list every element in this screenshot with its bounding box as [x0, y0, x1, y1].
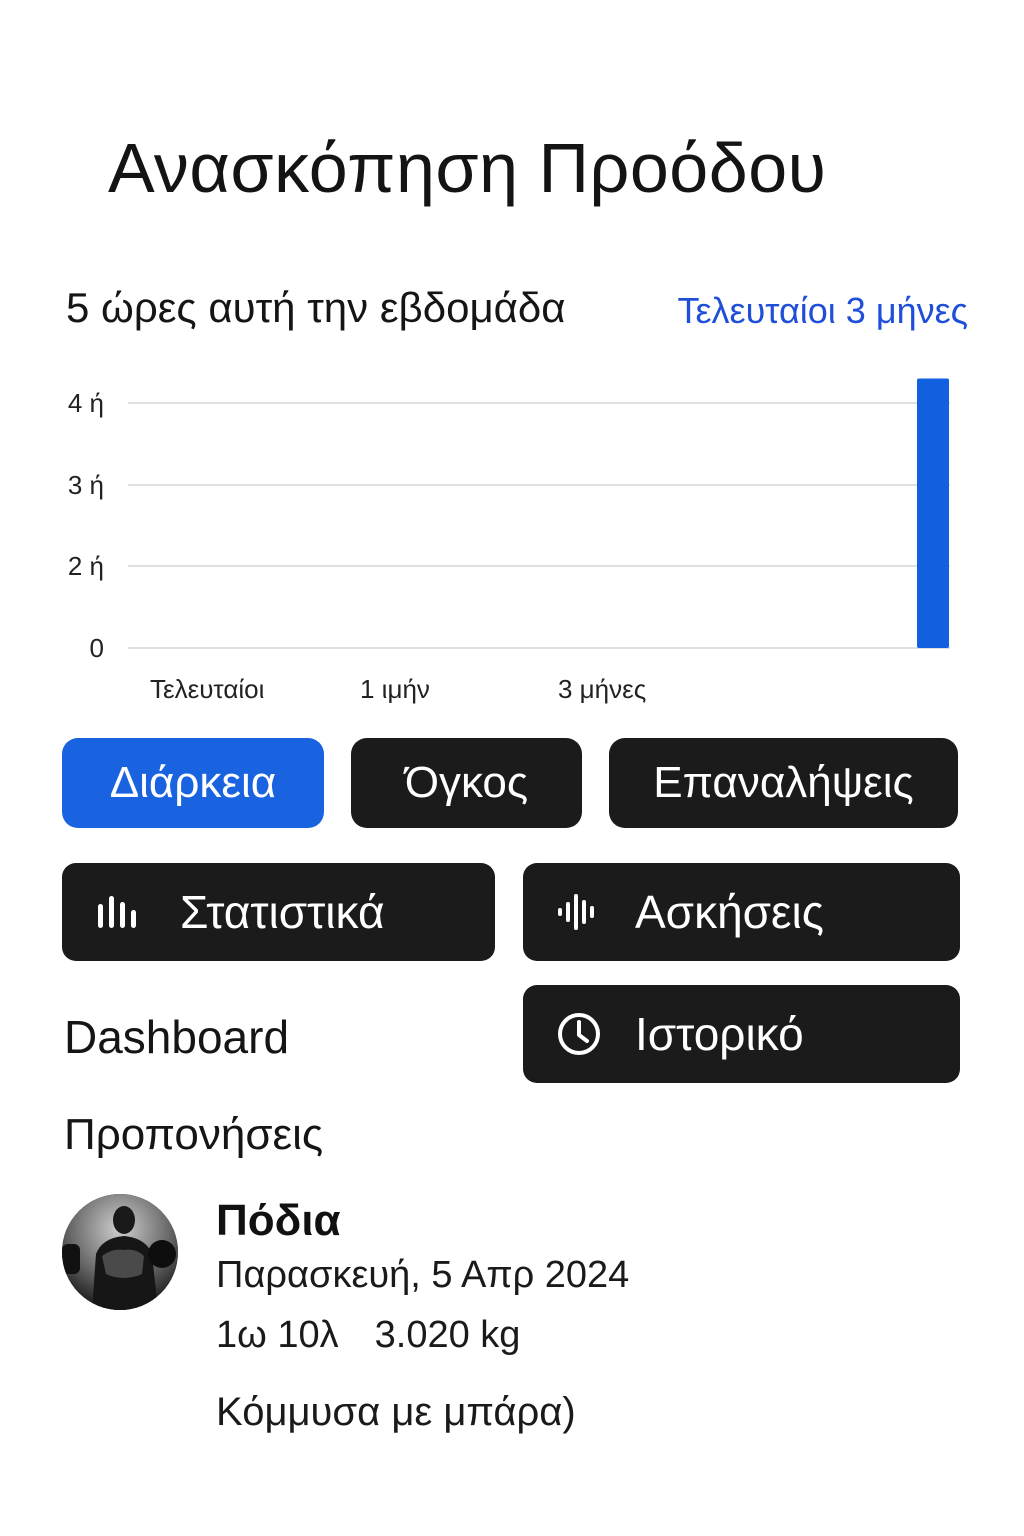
exercises-label: Ασκήσεις — [635, 886, 824, 938]
chart-svg: 0 2 ή 3 ή 4 ή Τελευταίοι 1 ιμήν 3 μήνες — [68, 378, 950, 704]
x-tick-label: 3 μήνες — [558, 674, 646, 704]
tab-volume-label: Όγκος — [404, 758, 529, 807]
tab-reps[interactable]: Επαναλήψεις — [609, 738, 958, 828]
chart-bar — [917, 378, 949, 648]
workouts-section-title: Προπονήσεις — [64, 1110, 324, 1159]
dashboard-label: Dashboard — [64, 1011, 290, 1063]
x-tick-label: 1 ιμήν — [360, 674, 430, 704]
y-tick-label: 2 ή — [68, 551, 104, 581]
workout-duration: 1ω 10λ — [216, 1314, 339, 1356]
y-tick-label: 0 — [90, 633, 104, 663]
tab-duration[interactable]: Διάρκεια — [62, 738, 324, 828]
tab-volume[interactable]: Όγκος — [351, 738, 582, 828]
weekly-summary: 5 ώρες αυτή την εβδομάδα — [66, 284, 566, 331]
history-button[interactable]: Ιστορικό — [523, 985, 960, 1083]
waveform-icon — [558, 894, 594, 930]
y-tick-label: 4 ή — [68, 388, 104, 418]
workout-exercise: Κόμμυσα με μπάρα) — [216, 1390, 576, 1434]
exercises-button[interactable]: Ασκήσεις — [523, 863, 960, 961]
history-label: Ιστορικό — [635, 1008, 804, 1060]
bar-chart-icon — [98, 896, 136, 928]
workout-date: Παρασκευή, 5 Απρ 2024 — [216, 1254, 630, 1296]
workout-stats: 1ω 10λ 3.020 kg — [216, 1314, 520, 1357]
metric-tabs: Διάρκεια Όγκος Επαναλήψεις — [0, 738, 1024, 830]
workout-list-item[interactable]: Πόδια Παρασκευή, 5 Απρ 2024 1ω 10λ 3.020 … — [62, 1192, 962, 1452]
tab-reps-label: Επαναλήψεις — [653, 758, 914, 807]
statistics-button[interactable]: Στατιστικά — [62, 863, 495, 961]
clock-icon — [558, 1013, 600, 1055]
athlete-silhouette-icon — [62, 1194, 178, 1310]
statistics-label: Στατιστικά — [180, 886, 385, 938]
y-tick-label: 3 ή — [68, 470, 104, 500]
duration-chart: 0 2 ή 3 ή 4 ή Τελευταίοι 1 ιμήν 3 μήνες — [0, 350, 1024, 720]
workout-name: Πόδια — [216, 1196, 341, 1245]
tab-duration-label: Διάρκεια — [109, 758, 277, 807]
x-tick-label: Τελευταίοι — [150, 674, 265, 704]
range-selector-link[interactable]: Τελευταίοι 3 μήνες — [677, 290, 968, 332]
page-title: Ανασκόπηση Προόδου — [108, 129, 827, 207]
workout-volume: 3.020 kg — [374, 1314, 521, 1356]
workout-avatar — [62, 1194, 178, 1310]
progress-overview-screen: Ανασκόπηση Προόδου 5 ώρες αυτή την εβδομ… — [0, 0, 1024, 1536]
